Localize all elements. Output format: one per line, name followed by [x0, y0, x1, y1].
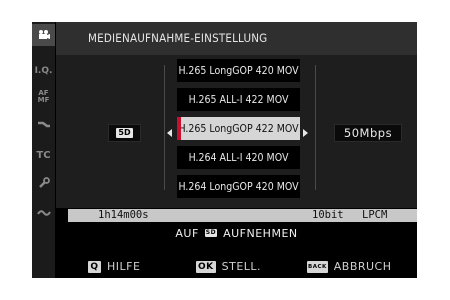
audio-format: LPCM — [362, 209, 388, 221]
help-hint[interactable]: Q HILFE — [88, 260, 140, 273]
bitrate-value[interactable]: 50Mbps — [334, 124, 402, 142]
codec-option-label: H.264 LongGOP 420 MOV — [178, 180, 299, 193]
menu-sidebar: I.Q. AF MF TC — [32, 22, 55, 278]
tc-label: TC — [36, 149, 51, 161]
recording-time: 1h14m00s — [98, 209, 149, 221]
menu-header: MEDIENAUFNAHME-EINSTELLUNG — [56, 22, 417, 55]
record-target-line: AUF SD AUFNEHMEN — [56, 222, 417, 244]
divider — [164, 65, 165, 190]
image-quality-icon[interactable]: I.Q. — [32, 60, 55, 82]
sd-card-icon: SD — [204, 229, 218, 237]
sd-card-icon: 5D — [116, 128, 133, 138]
exposure-icon-glyph — [37, 121, 50, 128]
selection-marker — [177, 117, 181, 140]
bit-depth: 10bit — [312, 209, 344, 221]
back-key-icon: BACK — [307, 260, 328, 273]
record-prefix: AUF — [175, 226, 199, 240]
camera-menu-screen: I.Q. AF MF TC MEDIENAUFNAHME-EINSTELLUNG — [32, 22, 417, 278]
card-format-badge[interactable]: 5D — [108, 124, 141, 142]
set-hint[interactable]: OK STELL. — [196, 260, 261, 273]
arrow-left-icon[interactable] — [167, 129, 172, 137]
record-suffix: AUFNEHMEN — [223, 226, 298, 240]
image-quality-label: I.Q. — [34, 66, 53, 76]
wave-icon[interactable] — [32, 202, 55, 224]
cancel-label: ABBRUCH — [333, 260, 392, 273]
af-mf-label: AF MF — [37, 89, 50, 104]
movie-camera-icon[interactable] — [32, 24, 55, 46]
af-mf-icon[interactable]: AF MF — [32, 86, 55, 108]
wrench-icon-glyph — [38, 177, 50, 188]
wave-icon-glyph — [36, 210, 51, 216]
tc-icon[interactable]: TC — [32, 144, 55, 166]
arrow-right-icon[interactable] — [303, 129, 308, 137]
codec-option-label: H.264 ALL-I 420 MOV — [188, 151, 289, 164]
wrench-icon[interactable] — [32, 172, 55, 194]
settings-panel: 5D H.265 LongGOP 420 MOV H.265 ALL-I 422… — [56, 55, 417, 208]
hint-bar: Q HILFE OK STELL. BACK ABBRUCH — [56, 256, 417, 278]
codec-option[interactable]: H.264 LongGOP 420 MOV — [177, 175, 300, 198]
bitrate-label: 50Mbps — [343, 126, 393, 140]
codec-list: H.265 LongGOP 420 MOV H.265 ALL-I 422 MO… — [177, 59, 300, 209]
codec-option[interactable]: H.265 LongGOP 420 MOV — [177, 59, 300, 82]
ok-key-icon: OK — [196, 260, 216, 273]
divider — [315, 65, 316, 190]
codec-option[interactable]: H.265 ALL-I 422 MOV — [177, 88, 300, 111]
set-label: STELL. — [221, 260, 262, 273]
codec-option-label: H.265 LongGOP 422 MOV — [178, 122, 299, 135]
q-key-icon: Q — [88, 260, 101, 273]
status-bar: 1h14m00s 10bit LPCM — [68, 209, 417, 222]
codec-option-label: H.265 ALL-I 422 MOV — [188, 93, 289, 106]
page-title: MEDIENAUFNAHME-EINSTELLUNG — [88, 31, 268, 45]
codec-option-label: H.265 LongGOP 420 MOV — [178, 64, 299, 77]
exposure-icon[interactable] — [32, 114, 55, 136]
codec-option[interactable]: H.264 ALL-I 420 MOV — [177, 146, 300, 169]
cancel-hint[interactable]: BACK ABBRUCH — [307, 260, 392, 273]
movie-camera-icon-glyph — [38, 30, 50, 39]
help-label: HILFE — [107, 260, 141, 273]
codec-option-selected[interactable]: H.265 LongGOP 422 MOV — [177, 117, 300, 140]
